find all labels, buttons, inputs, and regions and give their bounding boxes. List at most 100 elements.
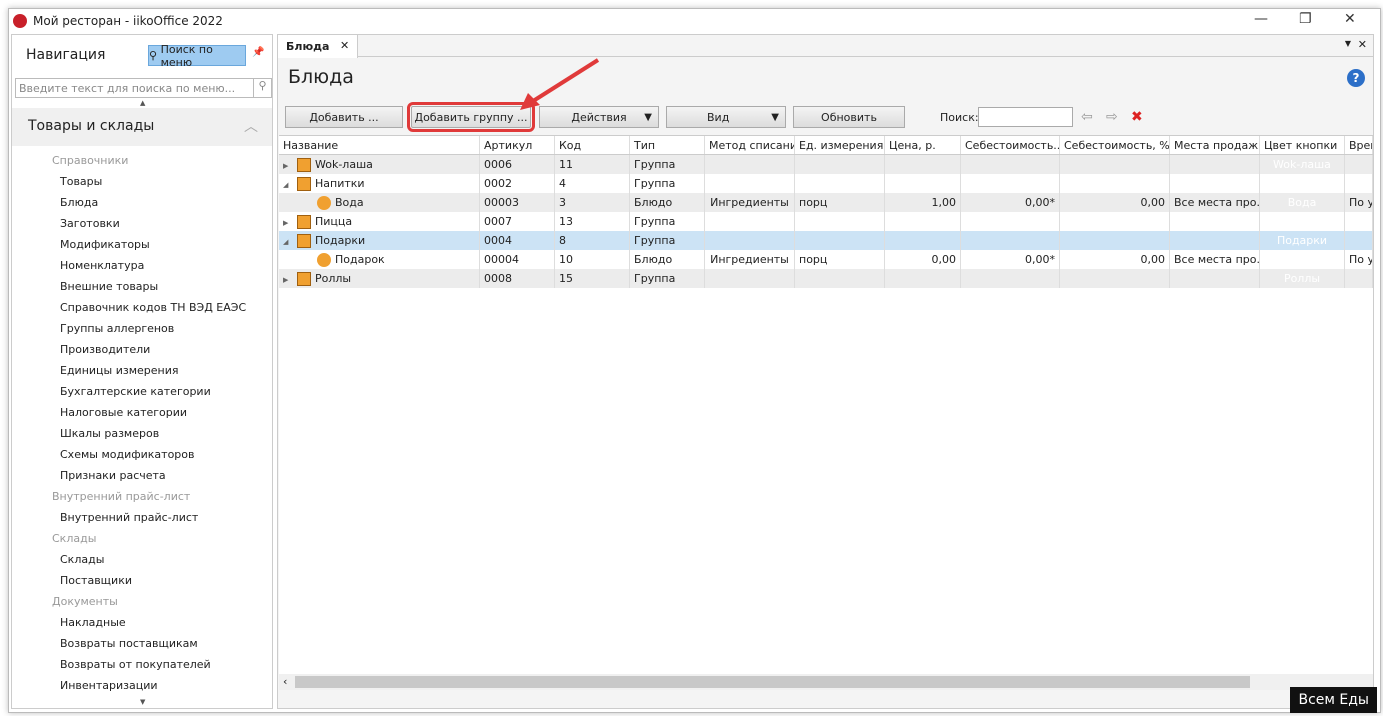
chevron-up-icon[interactable]: ︿ <box>244 116 258 136</box>
search-icon: ⚲ <box>149 49 161 62</box>
column-header[interactable]: Себестоимость... <box>961 136 1060 154</box>
tab-dishes[interactable]: Блюда ✕ <box>278 35 358 58</box>
table-cell <box>1170 231 1260 250</box>
nav-item[interactable]: Номенклатура <box>12 255 272 276</box>
group-icon <box>297 272 311 286</box>
nav-item[interactable]: Справочник кодов ТН ВЭД ЕАЭС <box>12 297 272 318</box>
column-header[interactable]: Врем <box>1345 136 1373 154</box>
nav-item[interactable]: Возвраты от покупателей <box>12 654 272 675</box>
nav-item[interactable]: Внутренний прайс-лист <box>12 507 272 528</box>
nav-item[interactable]: Шкалы размеров <box>12 423 272 444</box>
table-cell: Группа <box>630 212 705 231</box>
expand-icon[interactable]: ▶ <box>283 162 297 170</box>
close-all-icon[interactable]: ✕ <box>1358 38 1367 51</box>
nav-item[interactable]: Производители <box>12 339 272 360</box>
horizontal-scrollbar[interactable]: ‹ <box>279 674 1373 690</box>
arrow-right-icon[interactable]: ⇨ <box>1106 109 1118 125</box>
table-cell: Wok-лаша <box>1260 155 1345 174</box>
table-cell: ◢ Подарки <box>279 231 480 250</box>
nav-item[interactable]: Поставщики <box>12 570 272 591</box>
menu-search-button[interactable]: ⚲ Поиск по меню <box>148 43 246 69</box>
clear-search-icon[interactable]: ✖ <box>1131 109 1143 125</box>
menu-search-input[interactable]: Введите текст для поиска по меню... ⚲ <box>15 78 272 98</box>
add-button[interactable]: Добавить ... <box>285 106 403 128</box>
table-cell <box>961 269 1060 288</box>
nav-item[interactable]: Заготовки <box>12 213 272 234</box>
table-cell: порц <box>795 193 885 212</box>
nav-item[interactable]: Единицы измерения <box>12 360 272 381</box>
arrow-left-icon[interactable]: ⇦ <box>1081 109 1093 125</box>
table-cell: По у <box>1345 250 1373 269</box>
nav-item[interactable]: Бухгалтерские категории <box>12 381 272 402</box>
column-header[interactable]: Цена, р. <box>885 136 961 154</box>
column-header[interactable]: Код <box>555 136 630 154</box>
table-row[interactable]: ◢ Подарки 0004 8 Группа Подарки <box>279 231 1373 250</box>
add-group-button[interactable]: Добавить группу ... <box>407 102 535 132</box>
row-name: Пицца <box>315 215 353 228</box>
tab-list-icon[interactable]: ▼ <box>1345 39 1351 48</box>
column-header[interactable]: Ед. измерения <box>795 136 885 154</box>
nav-item[interactable]: Модификаторы <box>12 234 272 255</box>
view-label: Вид <box>707 110 730 124</box>
table-row[interactable]: ◢ Напитки 0002 4 Группа <box>279 174 1373 193</box>
table-cell: Роллы <box>1260 269 1345 288</box>
collapse-icon[interactable]: ◢ <box>283 238 297 246</box>
column-header[interactable]: Цвет кнопки <box>1260 136 1345 154</box>
collapse-icon[interactable]: ◢ <box>283 181 297 189</box>
table-row[interactable]: Вода 00003 3 Блюдо Ингредиенты порц 1,00 0,00* 0… <box>279 193 1373 212</box>
nav-item[interactable]: Товары <box>12 171 272 192</box>
table-cell: ◢ Напитки <box>279 174 480 193</box>
nav-item[interactable]: Инвентаризации <box>12 675 272 696</box>
column-header[interactable]: Метод списания <box>705 136 795 154</box>
column-header[interactable]: Название <box>279 136 480 154</box>
section-goods-warehouses[interactable]: Товары и склады ︿ <box>12 108 272 146</box>
table-cell: 13 <box>555 212 630 231</box>
nav-item[interactable]: Признаки расчета <box>12 465 272 486</box>
nav-item[interactable]: Налоговые категории <box>12 402 272 423</box>
expand-icon[interactable]: ▶ <box>283 219 297 227</box>
column-header[interactable]: Места продаж <box>1170 136 1260 154</box>
table-row[interactable]: ▶ Пицца 0007 13 Группа <box>279 212 1373 231</box>
dropdown-icon: ▼ <box>644 111 652 123</box>
nav-item[interactable]: Внешние товары <box>12 276 272 297</box>
nav-item[interactable]: Схемы модификаторов <box>12 444 272 465</box>
expand-icon[interactable]: ▶ <box>283 276 297 284</box>
table-row[interactable]: ▶ Wok-лаша 0006 11 Группа Wok-лаша <box>279 155 1373 174</box>
row-name: Подарки <box>315 234 366 247</box>
pin-icon[interactable]: 📌 <box>252 47 264 58</box>
search-label: Поиск: <box>940 111 979 124</box>
column-header[interactable]: Себестоимость, % <box>1060 136 1170 154</box>
table-cell <box>885 212 961 231</box>
help-icon[interactable]: ? <box>1347 69 1365 87</box>
nav-item[interactable]: Группы аллергенов <box>12 318 272 339</box>
search-icon[interactable]: ⚲ <box>253 79 271 97</box>
nav-item[interactable]: Блюда <box>12 192 272 213</box>
nav-item[interactable]: Накладные <box>12 612 272 633</box>
scroll-up-icon[interactable]: ▲ <box>140 99 145 107</box>
minimize-button[interactable]: — <box>1254 11 1268 27</box>
view-dropdown[interactable]: Вид ▼ <box>666 106 786 128</box>
scroll-left-icon[interactable]: ‹ <box>283 675 287 688</box>
nav-item[interactable]: Склады <box>12 549 272 570</box>
table-cell <box>961 155 1060 174</box>
table-cell <box>961 231 1060 250</box>
close-button[interactable]: ✕ <box>1344 11 1356 27</box>
search-input[interactable] <box>978 107 1073 127</box>
column-header[interactable]: Тип <box>630 136 705 154</box>
column-header[interactable]: Артикул <box>480 136 555 154</box>
row-name: Напитки <box>315 177 365 190</box>
maximize-button[interactable]: ❐ <box>1299 11 1312 27</box>
nav-item[interactable]: Возвраты поставщикам <box>12 633 272 654</box>
table-row[interactable]: ▶ Роллы 0008 15 Группа Роллы <box>279 269 1373 288</box>
refresh-button[interactable]: Обновить <box>793 106 905 128</box>
scrollbar-thumb[interactable] <box>295 676 1250 688</box>
window-title: Мой ресторан - iikoOffice 2022 <box>33 14 223 28</box>
table-cell: 0008 <box>480 269 555 288</box>
table-row[interactable]: Подарок 00004 10 Блюдо Ингредиенты порц 0,00 0,… <box>279 250 1373 269</box>
scroll-down-icon[interactable]: ▼ <box>140 698 145 706</box>
close-tab-icon[interactable]: ✕ <box>340 39 349 52</box>
dropdown-icon: ▼ <box>771 111 779 123</box>
table-cell <box>1170 174 1260 193</box>
table-cell: 1,00 <box>885 193 961 212</box>
table-cell <box>1060 231 1170 250</box>
